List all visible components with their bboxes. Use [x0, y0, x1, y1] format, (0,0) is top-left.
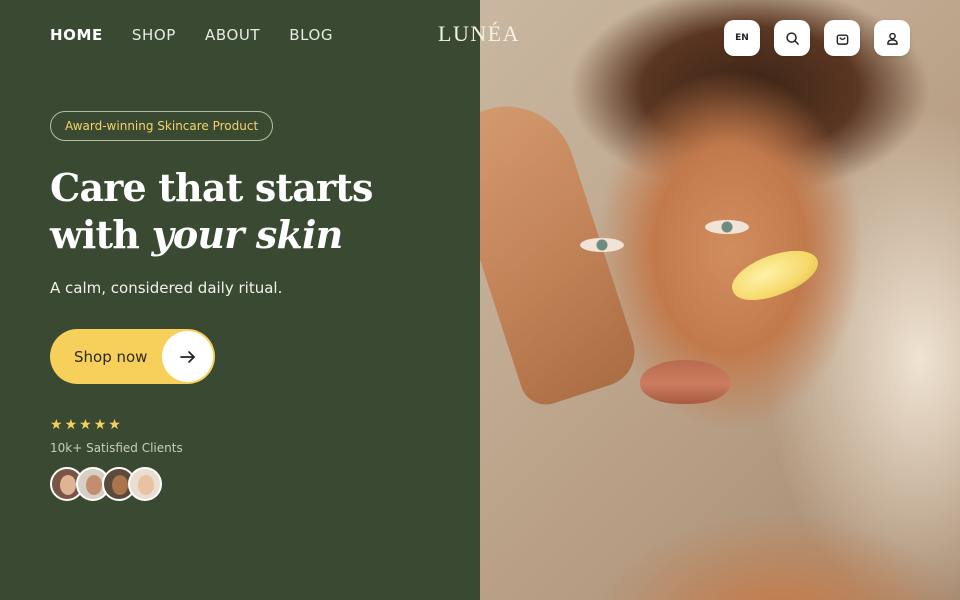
hero-image — [480, 0, 960, 600]
rating-stars: ★ ★ ★ ★ ★ — [50, 418, 121, 432]
star-icon: ★ — [79, 417, 92, 433]
eye-right — [705, 220, 749, 234]
account-button[interactable] — [874, 20, 910, 56]
avatar — [128, 467, 162, 501]
client-avatars — [50, 467, 162, 501]
star-icon: ★ — [64, 417, 78, 433]
hand-shape — [480, 88, 644, 412]
search-icon — [785, 31, 799, 45]
eye-left — [580, 238, 624, 252]
main-nav: HOME SHOP ABOUT BLOG — [50, 26, 333, 44]
clients-count: 10k+ Satisfied Clients — [50, 441, 183, 455]
headline-line-2-prefix: with — [50, 212, 152, 257]
hero-headline: Care that starts with your skin — [50, 164, 450, 258]
nav-home[interactable]: HOME — [50, 26, 103, 44]
user-icon — [886, 32, 898, 45]
award-badge: Award-winning Skincare Product — [50, 111, 274, 141]
nav-about[interactable]: ABOUT — [205, 26, 260, 44]
star-icon: ★ — [50, 417, 63, 433]
lips — [640, 360, 730, 404]
shop-now-label: Shop now — [74, 347, 148, 366]
nav-shop[interactable]: SHOP — [132, 26, 176, 44]
hero-subtitle: A calm, considered daily ritual. — [50, 279, 283, 297]
hero-left-panel — [0, 0, 480, 600]
nav-blog[interactable]: BLOG — [289, 26, 333, 44]
arrow-right-icon — [179, 350, 195, 363]
brand-logo[interactable]: LUNÉA — [438, 21, 520, 47]
arrow-button[interactable] — [162, 331, 213, 382]
star-icon: ★ — [108, 417, 121, 433]
shop-now-button[interactable]: Shop now — [50, 329, 215, 384]
language-button[interactable]: EN — [724, 20, 760, 56]
headline-emphasis: your skin — [151, 212, 344, 257]
cream-swatch — [725, 239, 825, 311]
cart-icon — [836, 34, 848, 45]
headline-line-1: Care that starts — [50, 165, 373, 210]
star-icon: ★ — [93, 417, 107, 433]
header-actions: EN — [724, 20, 910, 56]
search-button[interactable] — [774, 20, 810, 56]
cart-button[interactable] — [824, 20, 860, 56]
